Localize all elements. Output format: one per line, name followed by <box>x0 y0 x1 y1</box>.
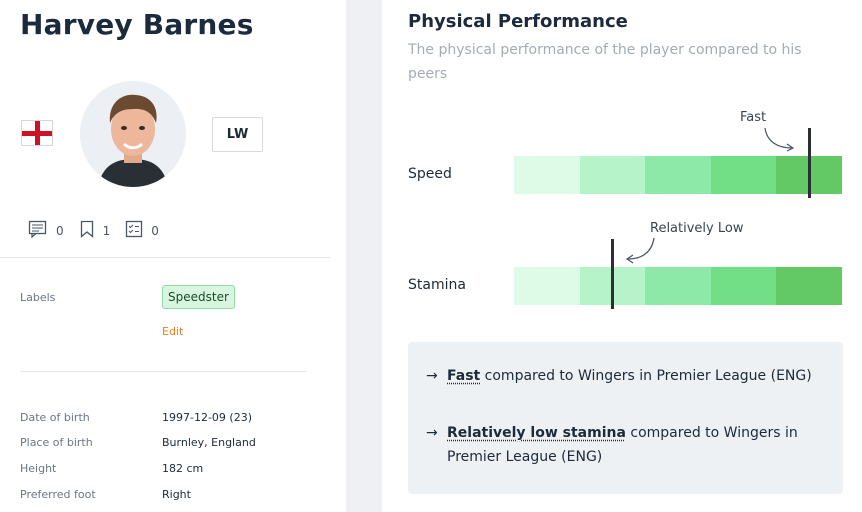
height-label: Height <box>20 462 57 475</box>
speedster-tag: Speedster <box>162 285 235 309</box>
activity-counters: 0 1 0 <box>28 220 174 242</box>
comments-count: 0 <box>56 224 64 238</box>
performance-summary: → Fast compared to Wingers in Premier Le… <box>408 342 843 494</box>
comments-counter[interactable]: 0 <box>28 220 64 242</box>
summary-item-speed: → Fast compared to Wingers in Premier Le… <box>426 364 826 388</box>
player-name: Harvey Barnes <box>20 8 254 41</box>
speed-bar <box>514 156 842 194</box>
stamina-bar <box>514 267 842 305</box>
speed-marker <box>808 128 812 198</box>
dob-value: 1997-12-09 (23) <box>162 411 253 424</box>
birthplace-value: Burnley, England <box>162 436 256 449</box>
summary-emphasis[interactable]: Fast <box>447 368 480 384</box>
section-subtitle: The physical performance of the player c… <box>408 42 802 82</box>
reports-count: 0 <box>151 224 159 238</box>
bookmarks-count: 1 <box>102 224 111 238</box>
stamina-annotation: Relatively Low <box>650 221 744 236</box>
height-value: 182 cm <box>162 462 204 475</box>
speed-label: Speed <box>408 166 452 182</box>
position-badge: LW <box>212 117 263 152</box>
bookmarks-counter[interactable]: 1 <box>79 220 111 242</box>
bar-segment <box>776 267 842 305</box>
bar-segment <box>514 267 580 305</box>
bar-segment <box>710 267 777 305</box>
player-avatar <box>80 81 186 187</box>
bookmark-icon <box>79 220 95 242</box>
stamina-marker <box>611 239 615 309</box>
foot-label: Preferred foot <box>20 488 96 501</box>
bar-segment <box>710 156 777 194</box>
summary-emphasis[interactable]: Relatively low stamina <box>447 425 626 441</box>
player-profile-panel: Harvey Barnes LW 0 1 0 Labels Speedster … <box>0 0 346 512</box>
labels-heading: Labels <box>20 291 56 304</box>
summary-text: compared to Wingers in Premier League (E… <box>480 368 812 384</box>
foot-value: Right <box>162 488 191 501</box>
stamina-label: Stamina <box>408 277 466 293</box>
summary-item-stamina: → Relatively low stamina compared to Win… <box>426 421 826 469</box>
checklist-icon <box>125 220 143 242</box>
arrow-right-icon: → <box>426 425 438 441</box>
bar-segment <box>579 156 646 194</box>
reports-counter[interactable]: 0 <box>125 220 159 242</box>
panel-gutter <box>346 0 382 512</box>
annotation-arrow-icon <box>764 127 795 152</box>
divider <box>20 371 306 372</box>
birthplace-label: Place of birth <box>20 436 93 449</box>
comment-icon <box>28 220 48 242</box>
arrow-right-icon: → <box>426 368 438 384</box>
speed-annotation: Fast <box>740 110 767 125</box>
england-flag-icon <box>21 120 53 146</box>
bar-segment <box>645 267 711 305</box>
bar-segment <box>645 156 711 194</box>
divider <box>0 257 330 258</box>
annotation-arrow-icon <box>625 237 655 264</box>
edit-labels-link[interactable]: Edit <box>162 325 183 338</box>
section-title: Physical Performance <box>408 11 628 32</box>
bar-segment <box>514 156 580 194</box>
physical-performance-panel: Physical Performance The physical perfor… <box>382 0 862 512</box>
dob-label: Date of birth <box>20 411 90 424</box>
